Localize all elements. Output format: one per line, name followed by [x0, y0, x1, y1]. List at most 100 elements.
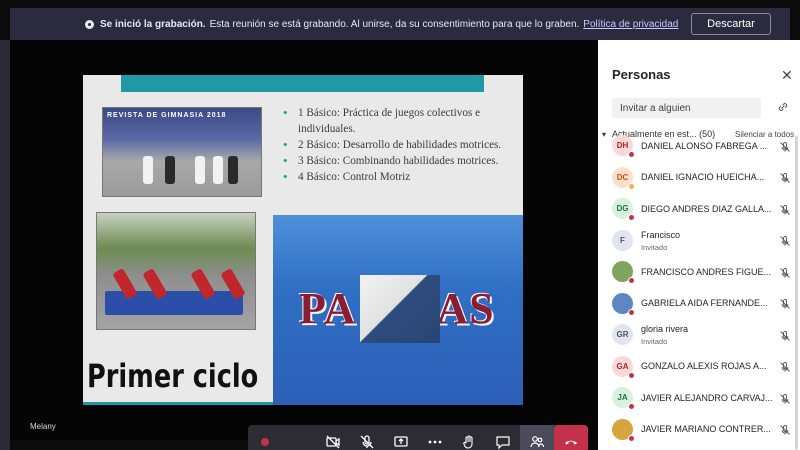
participant-row[interactable]: GA GONZALO ALEXIS ROJAS A... — [598, 351, 800, 382]
participant-row[interactable]: GR gloria rivera Invitado — [598, 319, 800, 350]
chat-button[interactable] — [486, 425, 520, 450]
participant-row[interactable]: GABRIELA AIDA FERNANDE... — [598, 288, 800, 319]
more-icon — [428, 440, 442, 444]
shared-slide: REVISTA DE GIMNASIA 2018 1 Básico: Práct… — [83, 75, 523, 405]
avatar-initials: F — [620, 235, 625, 245]
slide-top-bar — [121, 75, 484, 92]
panel-title: Personas — [612, 67, 671, 82]
gymnastics-photo: REVISTA DE GIMNASIA 2018 — [102, 107, 262, 197]
presence-dot — [628, 151, 635, 158]
participant-name: FRANCISCO ANDRES FIGUE... — [641, 266, 772, 277]
participant-row[interactable]: DG DIEGO ANDRES DIAZ GALLA... — [598, 193, 800, 224]
avatar-initials: DH — [616, 141, 629, 150]
avatar-initials: DG — [616, 204, 629, 213]
avatar: DG — [612, 198, 635, 221]
invite-input[interactable]: Invitar a alguien — [612, 98, 761, 118]
timer-spacer — [282, 425, 316, 450]
mic-off-icon[interactable] — [779, 234, 791, 246]
recording-banner: Se inició la grabación. Esta reunión se … — [10, 8, 790, 40]
mic-off-icon[interactable] — [779, 329, 791, 341]
recording-status: Se inició la grabación. — [100, 18, 206, 30]
participant-name: GABRIELA AIDA FERNANDE... — [641, 298, 768, 308]
presence-dot — [628, 277, 635, 284]
figure — [195, 156, 205, 184]
avatar — [612, 292, 635, 316]
avatar-initials: GA — [616, 361, 629, 371]
more-options-button[interactable] — [418, 425, 452, 450]
avatar-initials: DC — [616, 172, 629, 182]
participants-button[interactable] — [520, 425, 554, 450]
participant-name: gloria rivera — [641, 324, 689, 334]
hang-up-button[interactable] — [554, 425, 588, 450]
pausas-left: PA — [299, 284, 357, 333]
presenter-name: Melany — [30, 422, 56, 431]
slide-bullet-list: 1 Básico: Práctica de juegos colectivos … — [283, 105, 513, 185]
camera-button[interactable] — [316, 425, 350, 450]
participant-row[interactable]: JA JAVIER ALEJANDRO CARVAJ... — [598, 382, 800, 413]
pausas-right: AS — [436, 284, 495, 333]
participant-name: DIEGO ANDRES DIAZ GALLA... — [641, 203, 772, 214]
privacy-policy-link[interactable]: Política de privacidad — [583, 19, 678, 30]
raise-hand-button[interactable] — [452, 425, 486, 450]
recording-indicator[interactable] — [248, 425, 282, 450]
bullet-item: 2 Básico: Desarrollo de habilidades motr… — [283, 137, 513, 153]
participant-row[interactable]: F Francisco Invitado — [598, 225, 800, 256]
participant-row[interactable]: DC DANIEL IGNACIO HUEICHA... — [598, 162, 800, 193]
share-screen-icon — [394, 436, 408, 447]
mic-off-icon[interactable] — [779, 423, 791, 435]
close-icon[interactable]: ✕ — [781, 67, 793, 84]
participant-role: Invitado — [641, 242, 668, 252]
figure — [165, 156, 175, 184]
presence-dot — [628, 308, 635, 316]
mat-exercise-photo — [96, 212, 256, 330]
mic-off-icon[interactable] — [779, 360, 791, 372]
phone-hangup-icon — [565, 440, 577, 445]
recording-icon — [85, 19, 94, 29]
scrollbar[interactable] — [795, 136, 798, 450]
camera-off-icon — [326, 435, 340, 449]
participant-row[interactable]: DH DANIEL ALONSO FABREGA ... — [598, 130, 800, 161]
hand-icon — [463, 435, 473, 449]
presence-dot — [628, 182, 635, 190]
dismiss-button[interactable]: Descartar — [691, 13, 771, 35]
people-panel: Personas ✕ Invitar a alguien ▾ Actualmen… — [598, 40, 800, 450]
presence-dot — [628, 214, 635, 221]
presence-dot — [628, 371, 635, 379]
mic-off-icon[interactable] — [779, 203, 791, 215]
people-icon — [530, 436, 545, 448]
overlay-photo — [360, 275, 440, 343]
avatar: JA — [612, 387, 635, 410]
participant-row[interactable]: FRANCISCO ANDRES FIGUE... — [598, 256, 800, 287]
participant-name: GONZALO ALEXIS ROJAS A... — [641, 361, 767, 371]
chat-icon — [496, 436, 510, 450]
participant-name: DANIEL ALONSO FABREGA ... — [641, 140, 768, 151]
heading-underline — [83, 402, 273, 405]
share-screen-button[interactable] — [384, 425, 418, 450]
participant-name: JAVIER MARIANO CONTRER... — [641, 424, 771, 434]
slide-heading: Primer ciclo — [87, 357, 259, 395]
participant-role: Invitado — [641, 337, 668, 346]
mic-off-icon[interactable] — [779, 266, 791, 278]
avatar: F — [612, 229, 633, 251]
figure — [228, 156, 238, 184]
participant-name: JAVIER ALEJANDRO CARVAJ... — [641, 392, 773, 403]
participant-row[interactable]: JAVIER MARIANO CONTRER... — [598, 414, 800, 445]
bullet-item: 3 Básico: Combinando habilidades motrice… — [283, 153, 513, 169]
photo-sign: REVISTA DE GIMNASIA 2018 — [107, 112, 227, 119]
share-link-icon[interactable] — [777, 100, 789, 118]
bullet-item: 4 Básico: Control Motriz — [283, 169, 513, 185]
call-controls — [248, 425, 588, 450]
mic-off-icon[interactable] — [779, 140, 791, 152]
avatar: GA — [612, 355, 635, 379]
participant-name: DANIEL IGNACIO HUEICHA... — [641, 172, 765, 182]
figure — [143, 156, 153, 184]
avatar: GR — [612, 324, 633, 345]
presence-dot — [628, 403, 635, 410]
mic-off-icon[interactable] — [779, 392, 791, 404]
mic-button[interactable] — [350, 425, 384, 450]
presence-dot — [628, 434, 635, 442]
mic-off-icon[interactable] — [779, 171, 791, 183]
figure — [213, 156, 223, 184]
mic-off-icon[interactable] — [779, 297, 791, 309]
avatar — [612, 418, 635, 442]
